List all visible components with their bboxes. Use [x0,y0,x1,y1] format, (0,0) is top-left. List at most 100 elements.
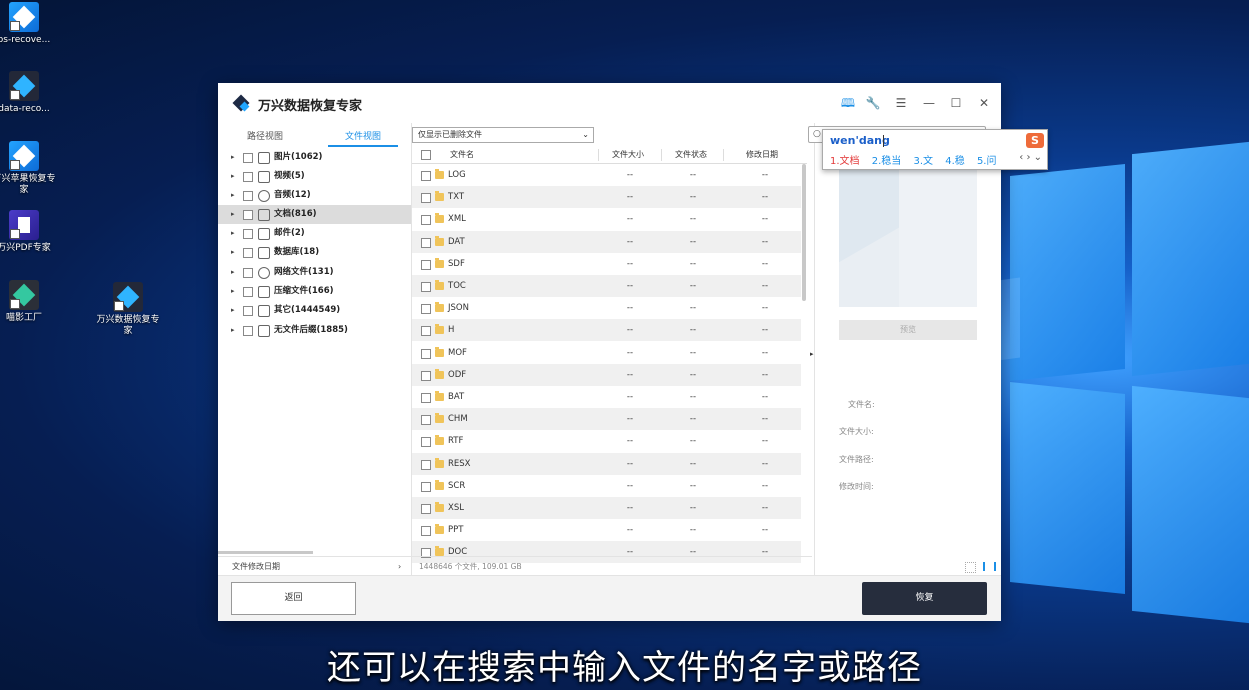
tree-checkbox[interactable] [243,248,253,258]
row-checkbox[interactable] [421,326,431,337]
row-checkbox[interactable] [421,481,431,492]
close-icon[interactable]: ✕ [976,95,992,111]
expand-arrow-icon[interactable]: ▸ [231,205,235,224]
column-header-size[interactable]: 文件大小 [612,147,644,163]
tree-item[interactable]: ▸ 无文件后缀(1885) [218,321,411,340]
row-checkbox[interactable] [421,304,431,315]
tree-item[interactable]: ▸ 其它(1444549) [218,301,411,320]
back-button[interactable]: 返回 [231,582,356,615]
table-row[interactable]: XML -- -- -- [412,208,801,230]
table-row[interactable]: ODF -- -- -- [412,363,801,386]
tree-item[interactable]: ▸ 视频(5) [218,167,411,186]
desktop-icon[interactable]: data-reco... [0,71,59,115]
tree-checkbox[interactable] [243,268,253,278]
table-row[interactable]: TXT -- -- -- [412,186,801,209]
grid-view-icon[interactable] [965,562,976,573]
row-checkbox[interactable] [421,193,431,204]
desktop-icon[interactable]: 喵影工厂 [0,280,59,324]
tree-checkbox[interactable] [243,210,253,220]
tree-item[interactable]: ▸ 数据库(18) [218,243,411,262]
tree-item[interactable]: ▸ 压缩文件(166) [218,282,411,301]
expand-arrow-icon[interactable]: ▸ [231,167,235,186]
tree-item[interactable]: ▸ 音频(12) [218,186,411,205]
column-header-name[interactable]: 文件名 [450,147,474,163]
menu-icon[interactable]: ☰ [893,95,909,111]
expand-arrow-icon[interactable]: ▸ [231,148,235,167]
desktop-icon[interactable]: os-recove... [0,2,59,46]
recover-button[interactable]: 恢复 [862,582,987,615]
table-row[interactable]: BAT -- -- -- [412,386,801,408]
select-all-checkbox[interactable] [421,150,431,160]
vertical-scrollbar[interactable] [802,164,806,301]
table-row[interactable]: CHM -- -- -- [412,408,801,431]
row-checkbox[interactable] [421,437,431,448]
ime-candidate[interactable]: 4.稳 [945,156,965,167]
ime-candidate[interactable]: 3.文 [913,156,933,167]
table-row[interactable]: DAT -- -- -- [412,230,801,253]
table-row[interactable]: SDF -- -- -- [412,253,801,275]
expand-arrow-icon[interactable]: ▸ [231,186,235,205]
row-checkbox[interactable] [421,370,431,381]
tree-item-selected[interactable]: ▸ 文档(816) [218,205,411,224]
tree-checkbox[interactable] [243,172,253,182]
tree-checkbox[interactable] [243,191,253,201]
date-filter-row[interactable]: 文件修改日期 › [218,556,411,576]
row-checkbox[interactable] [421,459,431,470]
table-row[interactable]: SCR -- -- -- [412,475,801,497]
table-row[interactable]: LOG -- -- -- [412,164,801,186]
title-bar[interactable]: 万兴数据恢复专家 🕮 🔧 ☰ — ☐ ✕ [218,83,1001,123]
row-checkbox[interactable] [421,282,431,292]
row-checkbox[interactable] [421,415,431,426]
row-checkbox[interactable] [421,259,431,270]
table-row[interactable]: MOF -- -- -- [412,342,801,364]
expand-arrow-icon[interactable]: ▸ [231,321,235,340]
desktop-icon[interactable]: 万兴PDF专家 [0,210,59,254]
tab-file-view[interactable]: 文件视图 [345,129,381,142]
tree-checkbox[interactable] [243,229,253,239]
minimize-icon[interactable]: — [921,95,937,111]
horizontal-scrollbar[interactable] [218,551,313,554]
tab-path-view[interactable]: 路径视图 [247,129,283,142]
expand-arrow-icon[interactable]: ▸ [231,301,235,320]
tree-checkbox[interactable] [243,306,253,316]
row-checkbox[interactable] [421,504,431,514]
desktop-icon[interactable]: 万兴数据恢复专家 [93,282,163,337]
table-row[interactable]: H -- -- -- [412,319,801,342]
row-checkbox[interactable] [421,393,431,403]
ime-candidate[interactable]: 5.问 [977,156,997,167]
row-checkbox[interactable] [421,348,431,359]
book-icon[interactable]: 🕮 [840,95,856,111]
tree-checkbox[interactable] [243,287,253,297]
expand-arrow-icon[interactable]: ▸ [231,263,235,282]
tree-checkbox[interactable] [243,153,253,163]
column-header-date[interactable]: 修改日期 [746,147,778,163]
tree-checkbox[interactable] [243,326,253,336]
expand-arrow-icon[interactable]: ▸ [231,224,235,243]
table-row[interactable]: JSON -- -- -- [412,297,801,319]
ime-candidate[interactable]: 2.稳当 [872,156,902,167]
column-header-status[interactable]: 文件状态 [675,147,707,163]
row-checkbox[interactable] [421,171,431,181]
preview-button[interactable]: 预览 [839,320,977,340]
list-view-icon[interactable] [983,562,996,571]
table-row[interactable]: RTF -- -- -- [412,430,801,452]
expand-arrow-icon[interactable]: ▸ [231,243,235,262]
tree-item[interactable]: ▸ 邮件(2) [218,224,411,243]
deleted-filter-select[interactable]: 仅显示已删除文件 ⌄ [412,127,594,143]
row-checkbox[interactable] [421,526,431,537]
table-row[interactable]: PPT -- -- -- [412,519,801,541]
row-checkbox[interactable] [421,237,431,248]
table-row[interactable]: TOC -- -- -- [412,275,801,297]
tree-item[interactable]: ▸ 网络文件(131) [218,263,411,282]
row-checkbox[interactable] [421,215,431,226]
collapse-preview-arrow-icon[interactable]: ▸ [810,350,814,358]
table-row[interactable]: XSL -- -- -- [412,497,801,519]
ime-candidate[interactable]: 1.文档 [830,156,860,167]
ime-page-nav-icon[interactable]: ‹ › ⌄ [1019,152,1042,163]
maximize-icon[interactable]: ☐ [948,95,964,111]
expand-arrow-icon[interactable]: ▸ [231,282,235,301]
tree-item[interactable]: ▸ 图片(1062) [218,148,411,167]
table-row[interactable]: RESX -- -- -- [412,452,801,475]
desktop-icon[interactable]: 万兴苹果恢复专家 [0,141,59,196]
wrench-icon[interactable]: 🔧 [865,95,881,111]
